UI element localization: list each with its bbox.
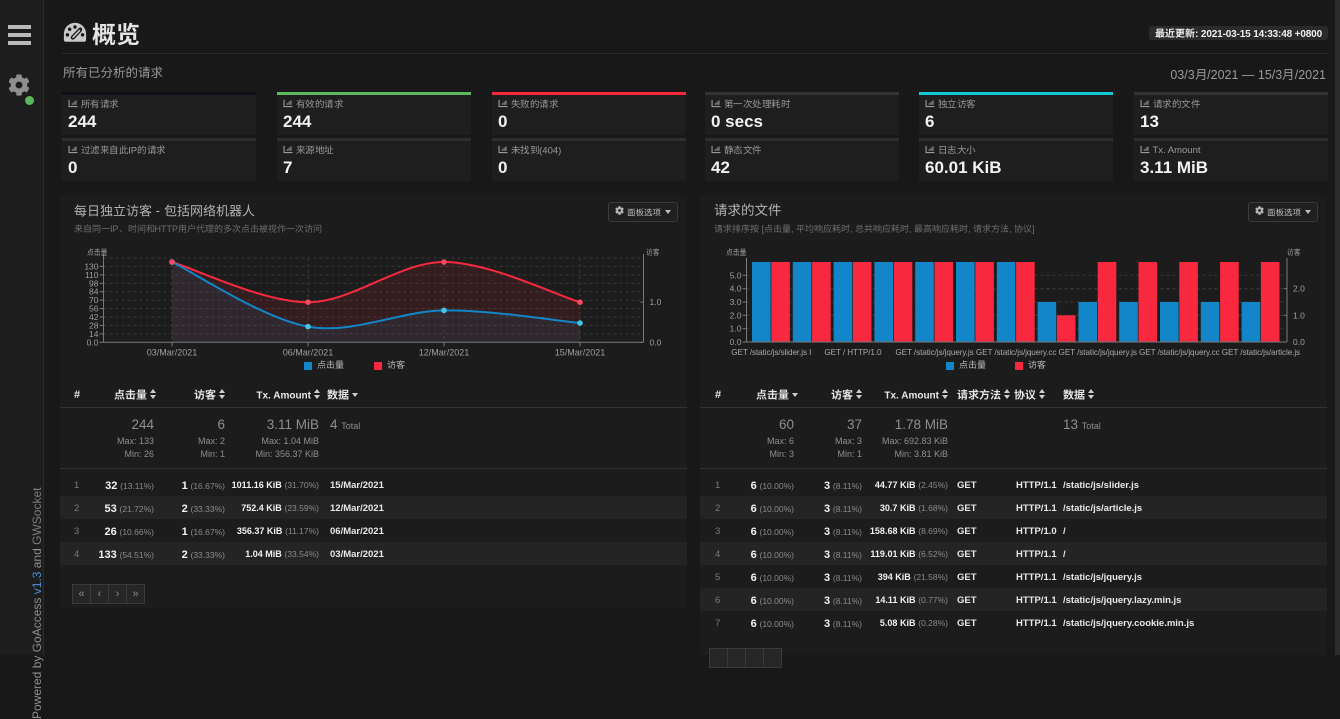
svg-text:0.0: 0.0 [1293, 337, 1305, 347]
svg-text:130: 130 [84, 261, 98, 271]
svg-text:0.0: 0.0 [650, 337, 662, 347]
svg-text:2.0: 2.0 [730, 310, 742, 320]
svg-text:1.0: 1.0 [1293, 310, 1305, 320]
svg-text:06/Mar/2021: 06/Mar/2021 [283, 347, 334, 357]
svg-text:12/Mar/2021: 12/Mar/2021 [419, 347, 470, 357]
svg-text:1.0: 1.0 [730, 324, 742, 334]
svg-text:1.0: 1.0 [650, 297, 662, 307]
svg-text:GET /static/js/jquery.js: GET /static/js/jquery.js [895, 348, 973, 357]
svg-text:GET /static/js/article.js: GET /static/js/article.js [1222, 348, 1300, 357]
svg-text:2.0: 2.0 [1293, 284, 1305, 294]
svg-text:0.0: 0.0 [730, 337, 742, 347]
svg-text:GET /static/js/jquery.js: GET /static/js/jquery.js [1059, 348, 1137, 357]
svg-text:3.0: 3.0 [730, 297, 742, 307]
svg-text:GET / HTTP/1.0: GET / HTTP/1.0 [824, 348, 882, 357]
svg-text:GET /static/js/jquery.cc: GET /static/js/jquery.cc [976, 348, 1057, 357]
svg-text:GET /static/js/slider.js I: GET /static/js/slider.js I [731, 348, 811, 357]
svg-text:15/Mar/2021: 15/Mar/2021 [555, 347, 606, 357]
svg-text:5.0: 5.0 [730, 270, 742, 280]
svg-text:03/Mar/2021: 03/Mar/2021 [147, 347, 198, 357]
svg-text:GET /static/js/jquery.cc: GET /static/js/jquery.cc [1139, 348, 1220, 357]
svg-text:4.0: 4.0 [730, 284, 742, 294]
